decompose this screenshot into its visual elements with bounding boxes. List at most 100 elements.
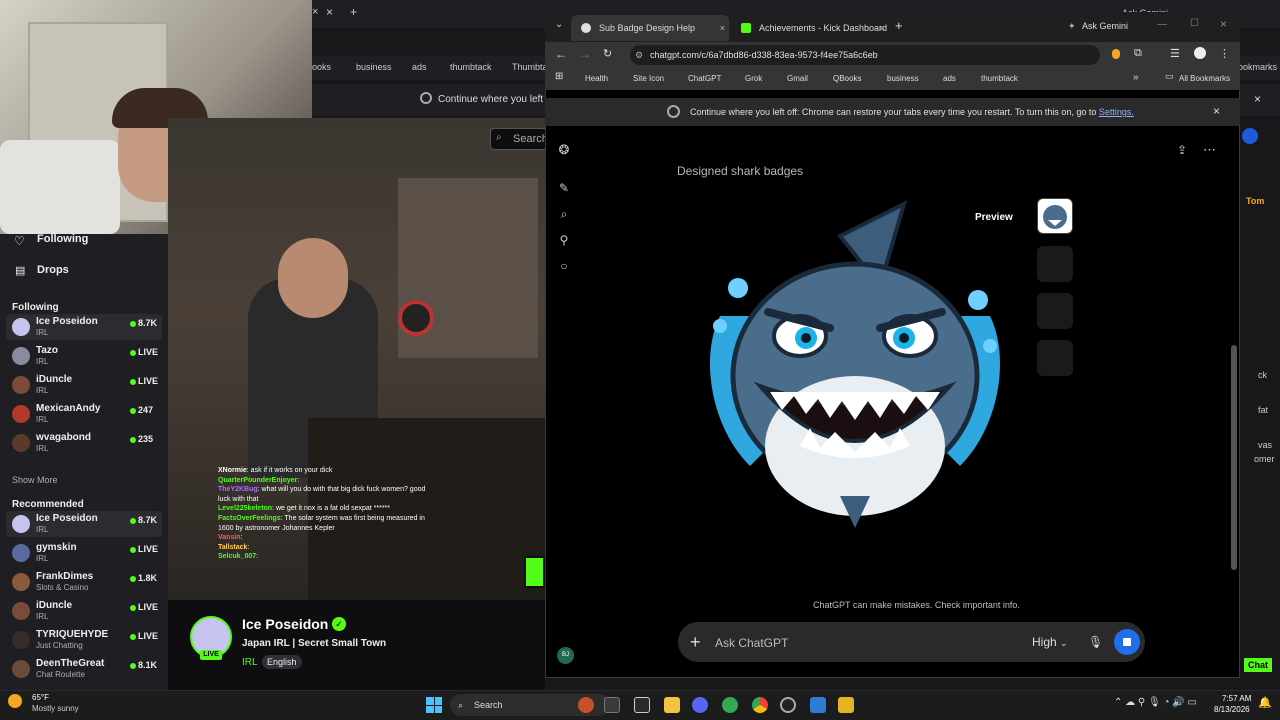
- weather-condition[interactable]: Mostly sunny: [32, 704, 79, 713]
- apps-icon[interactable]: ⊞: [555, 71, 563, 82]
- close-icon[interactable]: ×: [720, 15, 725, 41]
- edge-icon[interactable]: [722, 697, 738, 713]
- chat-username[interactable]: Selcuk_007: [218, 553, 256, 560]
- clock-date[interactable]: 8/13/2026: [1214, 705, 1250, 714]
- extensions-icon[interactable]: ⧉: [1134, 47, 1142, 60]
- profile-avatar[interactable]: [1194, 47, 1206, 59]
- football-app-icon[interactable]: [578, 697, 594, 713]
- nav-following[interactable]: Following: [37, 233, 88, 245]
- page-scrollbar[interactable]: [1231, 345, 1237, 570]
- chrome-taskbar-icon[interactable]: [752, 697, 768, 713]
- minimize-icon[interactable]: —: [1157, 19, 1167, 30]
- microphone-icon[interactable]: 🎙: [1088, 635, 1103, 649]
- badge-thumbnail[interactable]: [1037, 198, 1073, 234]
- tab-kick-dashboard[interactable]: Achievements - Kick Dashboard ×: [731, 15, 889, 41]
- badge-thumbnail[interactable]: [1037, 293, 1073, 329]
- background-new-tab-button[interactable]: +: [350, 5, 357, 19]
- sidebar-channel[interactable]: FrankDimes Slots & Casino 1.8K: [6, 569, 162, 595]
- background-bookmark[interactable]: Thumbta: [512, 62, 548, 72]
- sidebar-channel[interactable]: iDuncle IRL LIVE: [6, 372, 162, 398]
- background-tab-close-button[interactable]: ×: [326, 5, 333, 19]
- sidebar-channel[interactable]: DeenTheGreat Chat Roulette 8.1K: [6, 656, 162, 682]
- bookmark-grok[interactable]: Grok: [745, 74, 762, 83]
- chat-username[interactable]: QuarterPounderEnjoyer: [218, 477, 297, 484]
- sidebar-channel[interactable]: Tazo IRL LIVE: [6, 343, 162, 369]
- prompt-input[interactable]: [715, 635, 995, 651]
- badge-thumbnail[interactable]: [1037, 246, 1073, 282]
- background-bookmark[interactable]: thumbtack: [450, 62, 492, 72]
- forward-icon[interactable]: →: [579, 47, 591, 61]
- share-icon[interactable]: ⇪: [1177, 143, 1187, 157]
- chat-username[interactable]: Vansin: [218, 534, 241, 541]
- show-more-link[interactable]: Show More: [12, 475, 58, 485]
- bookmark-business[interactable]: business: [887, 74, 919, 83]
- clock-time[interactable]: 7:57 AM: [1222, 694, 1251, 703]
- pin-icon[interactable]: ⚲: [557, 233, 571, 247]
- extension-icon[interactable]: [1112, 49, 1120, 59]
- discord-icon[interactable]: [692, 697, 708, 713]
- background-bookmark[interactable]: ookmarks: [1238, 62, 1277, 72]
- background-bookmark[interactable]: ooks: [312, 62, 331, 72]
- profile-icon[interactable]: [1242, 128, 1258, 144]
- notification-bell-icon[interactable]: 🔔: [1258, 696, 1272, 709]
- notepad-icon[interactable]: [634, 697, 650, 713]
- user-avatar[interactable]: BJ: [557, 647, 574, 664]
- sidebar-channel[interactable]: Ice Poseidon IRL 8.7K: [6, 314, 162, 340]
- tab-search-icon[interactable]: ☰: [1170, 47, 1180, 60]
- search-input[interactable]: ⌕ Search: [490, 128, 550, 150]
- bookmark-ads[interactable]: ads: [943, 74, 956, 83]
- sidebar-channel[interactable]: MexicanAndy IRL 247: [6, 401, 162, 427]
- app-icon[interactable]: [838, 697, 854, 713]
- restore-close-button[interactable]: ×: [1213, 104, 1220, 118]
- sidebar-channel[interactable]: Ice Poseidon IRL 8.7K: [6, 511, 162, 537]
- bookmark-gmail[interactable]: Gmail: [787, 74, 808, 83]
- sidebar-channel[interactable]: iDuncle IRL LIVE: [6, 598, 162, 624]
- model-quality-select[interactable]: High ⌄: [1032, 635, 1068, 649]
- ask-gemini-button[interactable]: ✦ Ask Gemini: [1066, 18, 1128, 34]
- openai-logo-icon[interactable]: ❂: [557, 143, 571, 157]
- all-bookmarks[interactable]: All Bookmarks: [1179, 74, 1230, 83]
- tab-search-icon[interactable]: ⌄: [555, 19, 563, 30]
- maximize-icon[interactable]: ☐: [1190, 18, 1199, 29]
- more-menu-icon[interactable]: ⋮: [1219, 47, 1230, 60]
- new-chat-icon[interactable]: ✎: [557, 181, 571, 195]
- task-view-icon[interactable]: [604, 697, 620, 713]
- chat-username[interactable]: FactsOverFeelings: [218, 515, 281, 522]
- background-tab-close[interactable]: ×: [312, 6, 318, 18]
- badge-thumbnail[interactable]: [1037, 340, 1073, 376]
- file-explorer-icon[interactable]: [664, 697, 680, 713]
- nav-drops[interactable]: Drops: [37, 264, 69, 276]
- streamer-name[interactable]: Ice Poseidon: [242, 616, 328, 632]
- bookmark-site-icon[interactable]: Site Icon: [633, 74, 664, 83]
- bookmark-health[interactable]: Health: [585, 74, 608, 83]
- chat-bubble-icon[interactable]: ○: [557, 259, 571, 273]
- chat-username[interactable]: XNormie: [218, 467, 247, 474]
- language-tag[interactable]: English: [262, 655, 302, 669]
- bookmarks-overflow-icon[interactable]: »: [1133, 72, 1139, 83]
- obs-icon[interactable]: [780, 697, 796, 713]
- system-tray-icons[interactable]: ⌃ ☁ ⚲ 🎙 ◔ 🔊 ▭: [1114, 697, 1197, 708]
- bookmark-thumbtack[interactable]: thumbtack: [981, 74, 1018, 83]
- sidebar-channel[interactable]: gymskin IRL LIVE: [6, 540, 162, 566]
- bookmark-qbooks[interactable]: QBooks: [833, 74, 861, 83]
- background-chat-button[interactable]: Chat: [1244, 658, 1272, 672]
- sidebar-channel[interactable]: TYRIQUEHYDE Just Chatting LIVE: [6, 627, 162, 653]
- chat-username[interactable]: Tallstack: [218, 544, 247, 551]
- close-icon[interactable]: ×: [880, 15, 885, 41]
- more-options-icon[interactable]: ⋯: [1203, 142, 1216, 158]
- url-field[interactable]: ⚙ chatgpt.com/c/6a7dbd86-d338-83ea-9573-…: [630, 45, 1100, 65]
- back-icon[interactable]: ←: [555, 47, 567, 61]
- weather-sun-icon[interactable]: [8, 694, 22, 708]
- background-bookmark[interactable]: business: [356, 62, 392, 72]
- background-restore-close[interactable]: ×: [1254, 92, 1261, 106]
- generated-shark-badge-image[interactable]: [690, 196, 1020, 530]
- site-info-icon[interactable]: ⚙: [635, 45, 643, 65]
- chat-username[interactable]: TheY2KBug: [218, 486, 258, 493]
- reload-icon[interactable]: ↻: [603, 47, 612, 60]
- app-icon[interactable]: [810, 697, 826, 713]
- attach-plus-icon[interactable]: +: [690, 632, 701, 653]
- new-tab-button[interactable]: +: [895, 18, 903, 33]
- stop-generation-button[interactable]: [1114, 629, 1140, 655]
- bookmark-chatgpt[interactable]: ChatGPT: [688, 74, 721, 83]
- background-bookmark[interactable]: ads: [412, 62, 427, 72]
